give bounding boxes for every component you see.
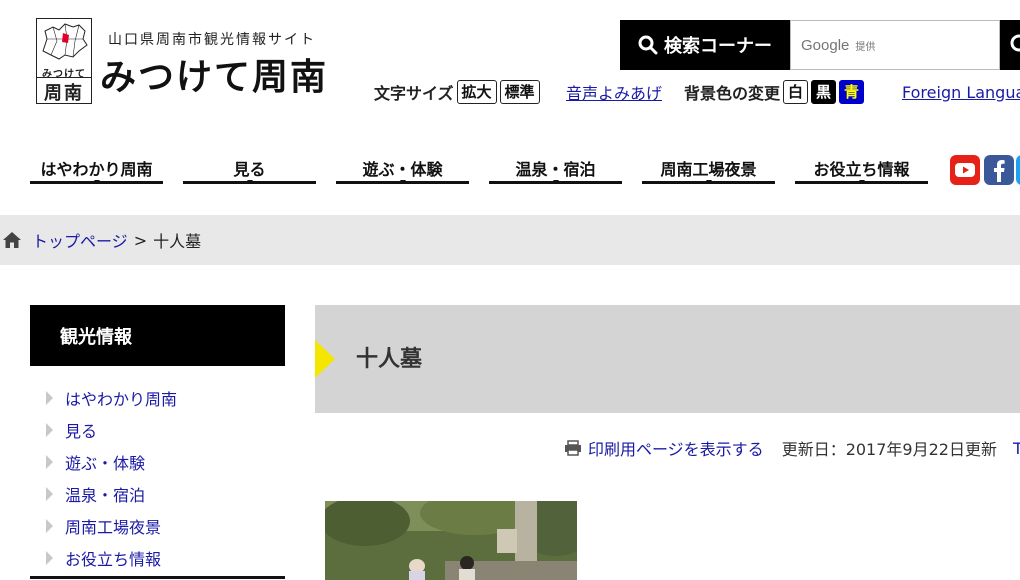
caret-down-icon: [399, 180, 406, 184]
breadcrumb: トップページ > 十人墓: [0, 215, 1020, 265]
bg-color-label: 背景色の変更: [684, 84, 781, 103]
gnav-label: はやわかり周南: [40, 160, 153, 179]
gnav-label: 遊ぶ・体験: [362, 160, 443, 179]
voice-reading-link[interactable]: 音声よみあげ: [566, 80, 662, 104]
page-title: 十人墓: [356, 347, 423, 372]
printer-icon: [565, 440, 581, 456]
title-marker-icon: [315, 340, 335, 378]
voice-reading: 音声よみあげ: [566, 79, 662, 105]
site-title[interactable]: みつけて周南: [100, 54, 328, 102]
font-size-enlarge-button[interactable]: 拡大: [456, 80, 497, 104]
font-size-standard-button[interactable]: 標準: [499, 80, 540, 104]
updated-date: 更新日：2017年9月22日更新: [781, 440, 997, 459]
logo-mark-big-text: 周南: [44, 83, 84, 104]
search-corner-text: 検索コーナー: [664, 36, 772, 57]
foreign-language: Foreign Language: [902, 79, 1020, 105]
caret-down-icon: [93, 180, 100, 184]
site-subtitle: 山口県周南市観光情報サイト: [108, 32, 316, 48]
caret-down-icon: [705, 180, 712, 184]
gnav-label: 見る: [233, 160, 266, 179]
caret-down-icon: [246, 180, 253, 184]
gnav-label: お役立ち情報: [813, 160, 910, 179]
gnav-hayawakari[interactable]: はやわかり周南: [30, 158, 163, 184]
logo-mark-divider: [37, 77, 91, 78]
bg-white-button[interactable]: 白: [783, 80, 809, 104]
shunan-map-icon: [42, 23, 88, 60]
sidebar-item-hayawakari[interactable]: はやわかり周南: [30, 382, 285, 414]
arrow-right-icon: [46, 455, 53, 469]
sidebar-item-label[interactable]: お役立ち情報: [65, 546, 161, 570]
gnav-miru[interactable]: 見る: [183, 158, 316, 184]
twitter-icon[interactable]: [1016, 155, 1020, 185]
print-page-link[interactable]: 印刷用ページを表示する: [588, 436, 764, 460]
facebook-icon[interactable]: [984, 155, 1014, 185]
gnav-yakei[interactable]: 周南工場夜景: [642, 158, 775, 184]
breadcrumb-current: 十人墓: [153, 232, 202, 251]
sidebar-item-label[interactable]: 温泉・宿泊: [65, 482, 145, 506]
gnav-asobu[interactable]: 遊ぶ・体験: [336, 158, 469, 184]
breadcrumb-separator: >: [133, 230, 148, 250]
home-icon: [3, 232, 21, 248]
google-provided-label: 提供: [855, 41, 876, 53]
caret-down-icon: [858, 180, 865, 184]
tweet-link[interactable]: Tw: [1013, 439, 1020, 458]
bg-blue-button[interactable]: 青: [839, 80, 865, 104]
gnav-label: 周南工場夜景: [660, 160, 757, 179]
sidebar-item-yakei[interactable]: 周南工場夜景: [30, 510, 285, 542]
google-label: Google: [801, 36, 850, 54]
sidebar-item-asobu[interactable]: 遊ぶ・体験: [30, 446, 285, 478]
gnav-onsen[interactable]: 温泉・宿泊: [489, 158, 622, 184]
sidebar-bottom-rule: [30, 576, 285, 579]
search-submit-icon: [1010, 34, 1020, 52]
sidebar-item-label[interactable]: 遊ぶ・体験: [65, 450, 145, 474]
arrow-right-icon: [46, 487, 53, 501]
youtube-play-icon: [955, 163, 975, 177]
arrow-right-icon: [46, 551, 53, 565]
background-color-control: 背景色の変更 白 黒 青: [684, 79, 865, 105]
search-corner-label: 検索コーナー: [620, 20, 790, 70]
sidebar-item-onsen[interactable]: 温泉・宿泊: [30, 478, 285, 510]
search-button[interactable]: [1000, 20, 1020, 70]
sidebar-item-label[interactable]: 見る: [65, 418, 97, 442]
page-meta: 印刷用ページを表示する 更新日：2017年9月22日更新 Tw: [564, 436, 1020, 460]
arrow-right-icon: [46, 519, 53, 533]
sidebar-item-oyakudachi[interactable]: お役立ち情報: [30, 542, 285, 574]
sidebar-item-label[interactable]: 周南工場夜景: [65, 514, 161, 538]
sidebar-item-label[interactable]: はやわかり周南: [65, 386, 177, 410]
foreign-language-link[interactable]: Foreign Language: [902, 83, 1020, 102]
font-size-control: 文字サイズ 拡大 標準: [374, 79, 540, 105]
tomb-photo: [325, 501, 577, 580]
search-input[interactable]: Google 提供: [790, 20, 1000, 70]
arrow-right-icon: [46, 423, 53, 437]
caret-down-icon: [552, 180, 559, 184]
sidebar-item-miru[interactable]: 見る: [30, 414, 285, 446]
breadcrumb-home-link[interactable]: トップページ: [32, 228, 128, 252]
gnav-oyakudachi[interactable]: お役立ち情報: [795, 158, 928, 184]
gnav-label: 温泉・宿泊: [515, 160, 596, 179]
bg-black-button[interactable]: 黒: [811, 80, 837, 104]
font-size-label: 文字サイズ: [374, 84, 454, 103]
arrow-right-icon: [46, 391, 53, 405]
site-logo-mark[interactable]: みつけて 周南: [36, 18, 92, 104]
search-icon: [638, 35, 658, 55]
sidebar-menu: はやわかり周南 見る 遊ぶ・体験 温泉・宿泊 周南工場夜景 お役立ち情報: [30, 382, 285, 574]
facebook-f-icon: [994, 160, 1005, 182]
youtube-icon[interactable]: [950, 155, 980, 185]
sidebar-heading: 観光情報: [30, 305, 285, 366]
